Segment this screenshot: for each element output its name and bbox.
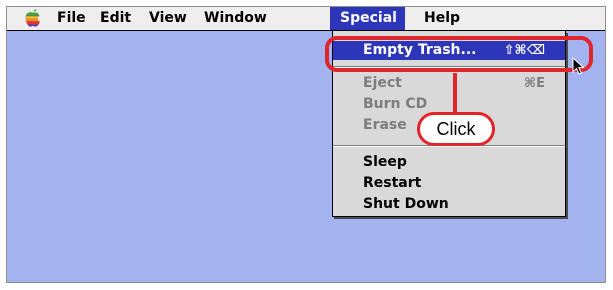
menu-item-shortcut: ⌘E	[524, 76, 545, 91]
menu-file[interactable]: File	[57, 7, 86, 30]
menu-item-label: Erase	[363, 117, 407, 133]
menu-item-restart[interactable]: Restart	[333, 174, 565, 193]
menu-item-label: Sleep	[363, 154, 407, 170]
menu-item-label: Eject	[363, 75, 402, 91]
menu-help[interactable]: Help	[424, 7, 460, 30]
menu-item-label: Burn CD	[363, 96, 428, 112]
menu-special[interactable]: Special	[330, 7, 405, 30]
menu-view[interactable]: View	[149, 7, 187, 30]
desktop-screen: File Edit View Window Special Help Empty…	[6, 6, 606, 283]
callout-connector	[453, 73, 457, 115]
menu-item-label: Restart	[363, 175, 422, 191]
highlight-ring	[325, 36, 593, 72]
click-callout: Click	[417, 112, 495, 146]
menu-edit[interactable]: Edit	[100, 7, 131, 30]
arrow-cursor-icon	[572, 57, 585, 75]
menu-bar: File Edit View Window Special Help	[7, 7, 605, 31]
menu-item-shut-down[interactable]: Shut Down	[333, 195, 565, 214]
menu-window[interactable]: Window	[204, 7, 267, 30]
menu-item-sleep[interactable]: Sleep	[333, 153, 565, 172]
menu-item-label: Shut Down	[363, 196, 449, 212]
apple-logo-icon[interactable]	[23, 9, 43, 28]
menu-item-eject[interactable]: Eject ⌘E	[333, 74, 565, 93]
